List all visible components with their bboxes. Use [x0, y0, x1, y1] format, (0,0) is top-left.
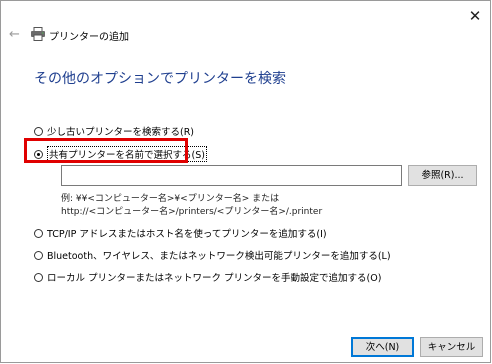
close-button[interactable]: ✕: [466, 7, 484, 25]
option-label: Bluetooth、ワイヤレス、またはネットワーク検出可能プリンターを追加する(…: [47, 251, 391, 262]
cancel-button[interactable]: キャンセル: [420, 337, 483, 357]
window-title: プリンターの追加: [49, 32, 129, 43]
browse-button[interactable]: 参照(R)...: [408, 165, 477, 186]
printer-name-input[interactable]: [61, 165, 402, 186]
option-local-manual[interactable]: ローカル プリンターまたはネットワーク プリンターを手動設定で追加する(O): [34, 270, 381, 284]
next-button[interactable]: 次へ(N): [351, 337, 414, 357]
radio-button[interactable]: [34, 272, 43, 282]
option-label: TCP/IP アドレスまたはホスト名を使ってプリンターを追加する(I): [47, 229, 327, 240]
radio-button[interactable]: [34, 126, 43, 136]
option-label: ローカル プリンターまたはネットワーク プリンターを手動設定で追加する(O): [47, 273, 382, 284]
page-heading: その他のオプションでプリンターを検索: [34, 71, 286, 87]
add-printer-dialog: ✕ ← プリンターの追加 その他のオプションでプリンターを検索 少し古いプリンタ…: [0, 0, 491, 363]
option-search-old-printer[interactable]: 少し古いプリンターを検索する(R): [34, 124, 194, 138]
radio-button[interactable]: [34, 228, 43, 238]
example-line-1: 例: ¥¥<コンピューター名>¥<プリンター名> または: [61, 194, 280, 204]
highlight-box: [24, 138, 188, 163]
option-tcpip[interactable]: TCP/IP アドレスまたはホスト名を使ってプリンターを追加する(I): [34, 226, 327, 240]
option-label: 少し古いプリンターを検索する(R): [47, 127, 195, 138]
example-line-2: http://<コンピューター名>/printers/<プリンター名>/.pri…: [61, 207, 323, 217]
radio-button[interactable]: [34, 250, 43, 260]
option-bluetooth-wireless[interactable]: Bluetooth、ワイヤレス、またはネットワーク検出可能プリンターを追加する(…: [34, 248, 391, 262]
example-text: 例: ¥¥<コンピューター名>¥<プリンター名> または http://<コンピ…: [61, 193, 322, 219]
printer-icon: [31, 27, 45, 41]
back-arrow-icon[interactable]: ←: [9, 27, 20, 42]
